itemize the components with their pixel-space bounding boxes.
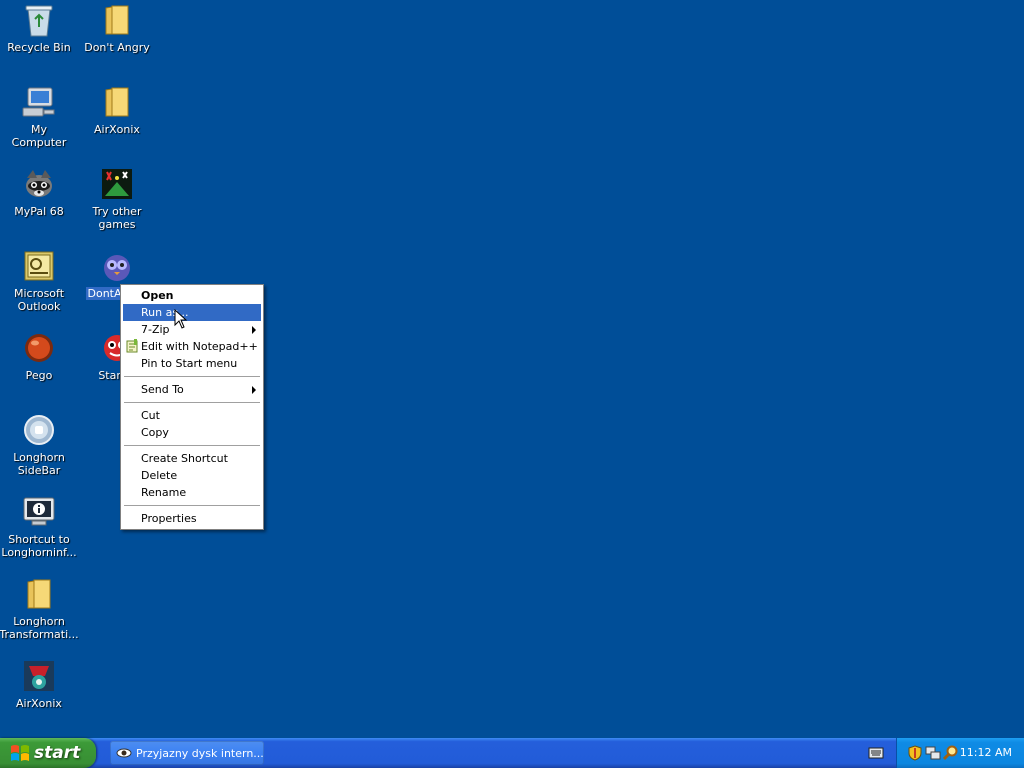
- games-icon: [99, 166, 135, 202]
- desktop-icon-label: Don't Angry: [84, 41, 150, 54]
- desktop-icon-recycle-bin[interactable]: Recycle Bin: [0, 2, 78, 54]
- desktop-icon-shortcut-longhorninf[interactable]: Shortcut to Longhorninf...: [0, 494, 78, 559]
- start-button[interactable]: start: [0, 738, 96, 768]
- desktop-icon-label: AirXonix: [94, 123, 140, 136]
- desktop-icon-try-other-games[interactable]: Try other games: [78, 166, 156, 231]
- desktop-icon-label: MyPal 68: [14, 205, 64, 218]
- folder-icon: [99, 2, 135, 38]
- desktop-icon-label: Shortcut to Longhorninf...: [1, 533, 77, 559]
- desktop-icon-my-computer[interactable]: My Computer: [0, 84, 78, 149]
- desktop-icon-longhorn-transformation[interactable]: Longhorn Transformati...: [0, 576, 79, 641]
- context-menu: Open Run as... 7-Zip Edit with Notepad++…: [120, 284, 264, 530]
- pego-icon: [21, 330, 57, 366]
- menu-separator: [124, 402, 260, 403]
- clock[interactable]: 11:12 AM: [960, 738, 1012, 768]
- search-icon[interactable]: [943, 745, 959, 761]
- desktop-icon-label: My Computer: [11, 123, 67, 149]
- eye-icon: [116, 748, 132, 758]
- system-tray: 11:12 AM: [896, 738, 1024, 768]
- menu-item-create-shortcut[interactable]: Create Shortcut: [123, 450, 261, 467]
- desktop-icon-label: Pego: [25, 369, 53, 382]
- desktop-icon-label: Try other games: [92, 205, 142, 231]
- desktop-icon-longhorn-sidebar[interactable]: Longhorn SideBar: [0, 412, 78, 477]
- outlook-icon: [21, 248, 57, 284]
- menu-item-send-to[interactable]: Send To: [123, 381, 261, 398]
- recycle-bin-icon: [21, 2, 57, 38]
- menu-separator: [124, 376, 260, 377]
- info-shortcut-icon: [21, 494, 57, 530]
- menu-item-delete[interactable]: Delete: [123, 467, 261, 484]
- menu-separator: [124, 505, 260, 506]
- menu-separator: [124, 445, 260, 446]
- start-label: start: [34, 743, 81, 763]
- desktop-icon-airxonix-2[interactable]: AirXonix: [0, 658, 78, 710]
- menu-item-edit-with-notepad[interactable]: Edit with Notepad++: [123, 338, 261, 355]
- desktop-icon-label: Longhorn Transformati...: [0, 615, 79, 641]
- folder-icon: [99, 84, 135, 120]
- menu-item-label: 7-Zip: [141, 323, 170, 336]
- desktop-icon-microsoft-outlook[interactable]: Microsoft Outlook: [0, 248, 78, 313]
- desktop-icon-mypal[interactable]: MyPal 68: [0, 166, 78, 218]
- desktop-icon-label: Recycle Bin: [7, 41, 71, 54]
- menu-item-properties[interactable]: Properties: [123, 510, 261, 527]
- folder-icon: [21, 576, 57, 612]
- security-shield-icon[interactable]: [907, 745, 923, 761]
- submenu-arrow-icon: [252, 386, 256, 394]
- desktop-icon-label: AirXonix: [16, 697, 62, 710]
- menu-item-pin-to-start[interactable]: Pin to Start menu: [123, 355, 261, 372]
- my-computer-icon: [21, 84, 57, 120]
- mouse-cursor-icon: [174, 309, 188, 329]
- notepad-plus-plus-icon: [126, 339, 138, 353]
- owl-icon: [99, 248, 135, 284]
- menu-item-7zip[interactable]: 7-Zip: [123, 321, 261, 338]
- network-icon[interactable]: [925, 745, 941, 761]
- menu-item-label: Edit with Notepad++: [141, 340, 258, 353]
- desktop-icon-airxonix[interactable]: AirXonix: [78, 84, 156, 136]
- desktop-icon-label: Microsoft Outlook: [13, 287, 65, 313]
- menu-item-copy[interactable]: Copy: [123, 424, 261, 441]
- taskbar-window-label: Przyjazny dysk intern...: [136, 746, 264, 760]
- sidebar-icon: [21, 412, 57, 448]
- desktop-icon-label: Longhorn SideBar: [13, 451, 65, 477]
- menu-item-open[interactable]: Open: [123, 287, 261, 304]
- menu-item-cut[interactable]: Cut: [123, 407, 261, 424]
- menu-item-rename[interactable]: Rename: [123, 484, 261, 501]
- desktop-icon-pego[interactable]: Pego: [0, 330, 78, 382]
- airxonix-icon: [21, 658, 57, 694]
- menu-item-run-as[interactable]: Run as...: [123, 304, 261, 321]
- taskbar-window-button[interactable]: Przyjazny dysk intern...: [110, 741, 264, 765]
- windows-logo-icon: [11, 745, 29, 761]
- mypal-icon: [21, 166, 57, 202]
- desktop-icon-dont-angry-folder[interactable]: Don't Angry: [78, 2, 156, 54]
- keyboard-icon[interactable]: [868, 746, 884, 760]
- menu-item-label: Send To: [141, 383, 184, 396]
- submenu-arrow-icon: [252, 326, 256, 334]
- desktop[interactable]: Recycle Bin My Computer MyPal 68 Microso…: [0, 0, 1024, 738]
